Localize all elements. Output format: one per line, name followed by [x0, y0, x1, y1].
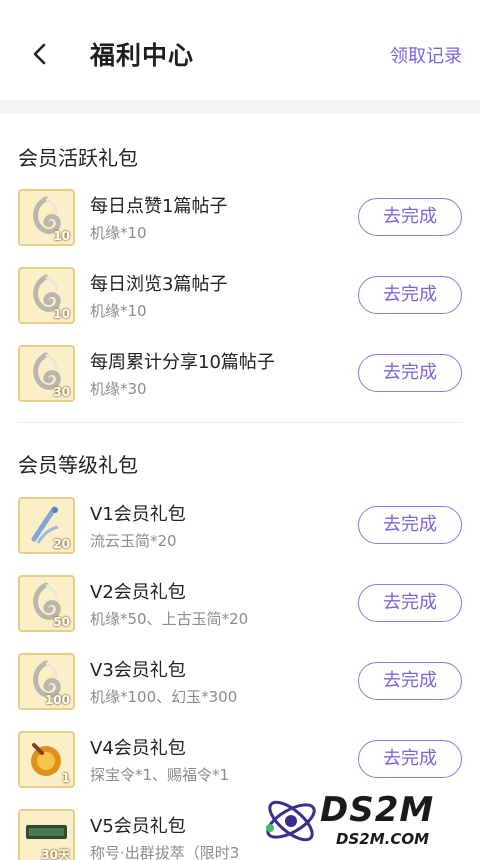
section-divider	[18, 422, 462, 423]
go-complete-button[interactable]: 去完成	[358, 276, 462, 314]
item-reward: 机缘*100、幻玉*300	[90, 688, 238, 706]
go-complete-button[interactable]: 去完成	[358, 740, 462, 778]
jade-swirl-icon: 10	[18, 267, 75, 324]
item-title: V4会员礼包	[90, 738, 186, 759]
item-reward: 称号·出群拔萃（限时3	[90, 844, 240, 860]
page-title: 福利中心	[90, 41, 195, 70]
jade-swirl-icon: 10	[18, 189, 75, 246]
list-item: 100 V3会员礼包 机缘*100、幻玉*300 去完成	[0, 650, 480, 714]
item-reward: 探宝令*1、赐福令*1	[90, 766, 230, 784]
item-title: V2会员礼包	[90, 582, 186, 603]
watermark-url: DS2M.COM	[336, 830, 430, 848]
item-quantity: 20	[53, 537, 70, 551]
claim-records-link[interactable]: 领取记录	[390, 42, 462, 68]
item-title: V3会员礼包	[90, 660, 186, 681]
list-item: 10 每日浏览3篇帖子 机缘*10 去完成	[0, 264, 480, 328]
back-arrow-icon[interactable]	[24, 38, 56, 70]
item-reward: 机缘*50、上古玉简*20	[90, 610, 249, 628]
jade-swirl-icon: 30	[18, 345, 75, 402]
header-bar: 福利中心 领取记录	[0, 0, 480, 100]
item-reward: 机缘*30	[90, 380, 147, 398]
go-complete-button[interactable]: 去完成	[358, 506, 462, 544]
item-title: V5会员礼包	[90, 816, 186, 837]
list-item: 1 V4会员礼包 探宝令*1、赐福令*1 去完成	[0, 728, 480, 792]
treasure-token-icon: 1	[18, 731, 75, 788]
go-complete-button[interactable]: 去完成	[358, 198, 462, 236]
item-quantity: 50	[53, 615, 70, 629]
list-item: 50 V2会员礼包 机缘*50、上古玉简*20 去完成	[0, 572, 480, 636]
item-quantity: 100	[44, 693, 70, 707]
item-title: V1会员礼包	[90, 504, 186, 525]
item-quantity: 10	[53, 229, 70, 243]
atom-logo-icon	[266, 800, 316, 842]
list-item: 10 每日点赞1篇帖子 机缘*10 去完成	[0, 186, 480, 250]
go-complete-button[interactable]: 去完成	[358, 584, 462, 622]
section-title-level-gift: 会员等级礼包	[18, 453, 138, 477]
section-title-active-gift: 会员活跃礼包	[18, 146, 138, 170]
watermark-text: DS2M	[320, 790, 435, 830]
item-reward: 机缘*10	[90, 224, 147, 242]
jade-swirl-icon: 50	[18, 575, 75, 632]
list-item: 30 每周累计分享10篇帖子 机缘*30 去完成	[0, 342, 480, 406]
go-complete-button[interactable]: 去完成	[358, 354, 462, 392]
item-quantity: 30天	[41, 848, 70, 860]
site-watermark: DS2M DS2M.COM	[262, 786, 472, 856]
item-title: 每周累计分享10篇帖子	[90, 352, 275, 373]
item-quantity: 10	[53, 307, 70, 321]
item-title: 每日点赞1篇帖子	[90, 196, 228, 217]
jade-swirl-icon: 100	[18, 653, 75, 710]
item-quantity: 30	[53, 385, 70, 399]
list-item: 20 V1会员礼包 流云玉简*20 去完成	[0, 494, 480, 558]
title-badge-icon: 30天	[18, 809, 75, 860]
item-title: 每日浏览3篇帖子	[90, 274, 228, 295]
header-divider	[0, 100, 480, 114]
jade-scroll-icon: 20	[18, 497, 75, 554]
go-complete-button[interactable]: 去完成	[358, 662, 462, 700]
item-reward: 流云玉简*20	[90, 532, 177, 550]
item-reward: 机缘*10	[90, 302, 147, 320]
item-quantity: 1	[61, 771, 70, 785]
